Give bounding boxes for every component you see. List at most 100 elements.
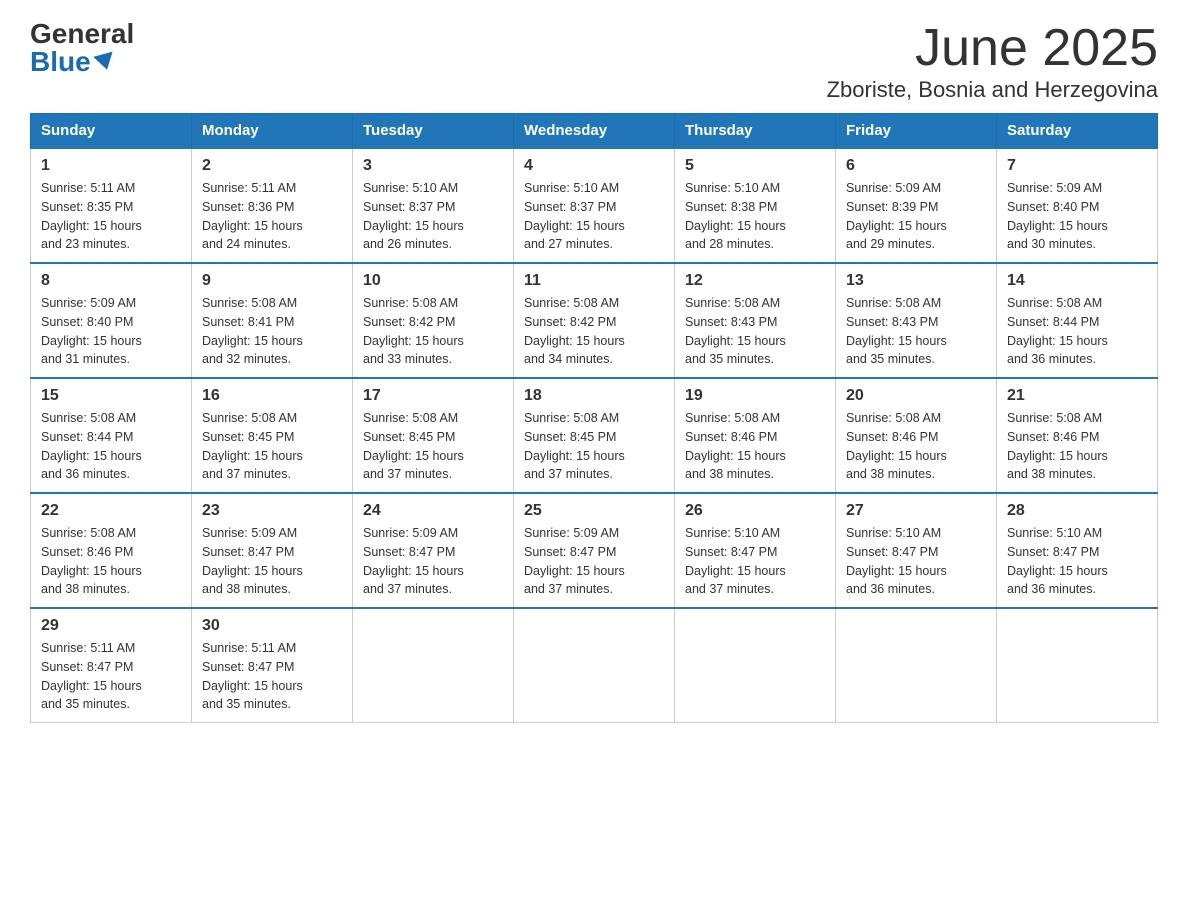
calendar-cell: 11 Sunrise: 5:08 AMSunset: 8:42 PMDaylig… [514, 263, 675, 378]
day-info: Sunrise: 5:10 AMSunset: 8:37 PMDaylight:… [524, 181, 625, 251]
day-number: 30 [202, 617, 342, 635]
logo: General Blue [30, 20, 134, 76]
day-info: Sunrise: 5:11 AMSunset: 8:47 PMDaylight:… [202, 641, 303, 711]
day-info: Sunrise: 5:08 AMSunset: 8:45 PMDaylight:… [363, 411, 464, 481]
location-title: Zboriste, Bosnia and Herzegovina [827, 77, 1158, 103]
header-thursday: Thursday [675, 114, 836, 149]
calendar-cell: 15 Sunrise: 5:08 AMSunset: 8:44 PMDaylig… [31, 378, 192, 493]
header-sunday: Sunday [31, 114, 192, 149]
calendar-header: Sunday Monday Tuesday Wednesday Thursday… [31, 114, 1158, 149]
calendar-week-5: 29 Sunrise: 5:11 AMSunset: 8:47 PMDaylig… [31, 608, 1158, 723]
day-number: 12 [685, 272, 825, 290]
calendar-cell: 2 Sunrise: 5:11 AMSunset: 8:36 PMDayligh… [192, 148, 353, 263]
day-number: 23 [202, 502, 342, 520]
day-info: Sunrise: 5:10 AMSunset: 8:47 PMDaylight:… [846, 526, 947, 596]
day-number: 9 [202, 272, 342, 290]
day-number: 26 [685, 502, 825, 520]
calendar-body: 1 Sunrise: 5:11 AMSunset: 8:35 PMDayligh… [31, 148, 1158, 723]
day-number: 8 [41, 272, 181, 290]
calendar-cell: 29 Sunrise: 5:11 AMSunset: 8:47 PMDaylig… [31, 608, 192, 723]
day-number: 17 [363, 387, 503, 405]
calendar-cell [353, 608, 514, 723]
title-block: June 2025 Zboriste, Bosnia and Herzegovi… [827, 20, 1158, 103]
day-number: 5 [685, 157, 825, 175]
day-number: 1 [41, 157, 181, 175]
day-info: Sunrise: 5:08 AMSunset: 8:43 PMDaylight:… [846, 296, 947, 366]
calendar-cell: 5 Sunrise: 5:10 AMSunset: 8:38 PMDayligh… [675, 148, 836, 263]
day-number: 29 [41, 617, 181, 635]
day-info: Sunrise: 5:10 AMSunset: 8:38 PMDaylight:… [685, 181, 786, 251]
day-info: Sunrise: 5:11 AMSunset: 8:47 PMDaylight:… [41, 641, 142, 711]
day-info: Sunrise: 5:08 AMSunset: 8:42 PMDaylight:… [524, 296, 625, 366]
day-number: 25 [524, 502, 664, 520]
calendar-cell: 9 Sunrise: 5:08 AMSunset: 8:41 PMDayligh… [192, 263, 353, 378]
calendar-week-4: 22 Sunrise: 5:08 AMSunset: 8:46 PMDaylig… [31, 493, 1158, 608]
calendar-cell: 13 Sunrise: 5:08 AMSunset: 8:43 PMDaylig… [836, 263, 997, 378]
day-number: 28 [1007, 502, 1147, 520]
logo-blue-text: Blue [30, 48, 115, 76]
day-info: Sunrise: 5:08 AMSunset: 8:46 PMDaylight:… [846, 411, 947, 481]
calendar-cell: 25 Sunrise: 5:09 AMSunset: 8:47 PMDaylig… [514, 493, 675, 608]
day-number: 19 [685, 387, 825, 405]
day-number: 20 [846, 387, 986, 405]
calendar-cell: 19 Sunrise: 5:08 AMSunset: 8:46 PMDaylig… [675, 378, 836, 493]
calendar-cell: 26 Sunrise: 5:10 AMSunset: 8:47 PMDaylig… [675, 493, 836, 608]
calendar-cell: 24 Sunrise: 5:09 AMSunset: 8:47 PMDaylig… [353, 493, 514, 608]
logo-triangle-icon [93, 52, 116, 73]
day-number: 27 [846, 502, 986, 520]
day-info: Sunrise: 5:11 AMSunset: 8:36 PMDaylight:… [202, 181, 303, 251]
day-info: Sunrise: 5:08 AMSunset: 8:41 PMDaylight:… [202, 296, 303, 366]
calendar-cell: 10 Sunrise: 5:08 AMSunset: 8:42 PMDaylig… [353, 263, 514, 378]
calendar-cell: 14 Sunrise: 5:08 AMSunset: 8:44 PMDaylig… [997, 263, 1158, 378]
calendar-week-3: 15 Sunrise: 5:08 AMSunset: 8:44 PMDaylig… [31, 378, 1158, 493]
calendar-cell: 12 Sunrise: 5:08 AMSunset: 8:43 PMDaylig… [675, 263, 836, 378]
calendar-cell: 18 Sunrise: 5:08 AMSunset: 8:45 PMDaylig… [514, 378, 675, 493]
day-number: 11 [524, 272, 664, 290]
day-info: Sunrise: 5:10 AMSunset: 8:47 PMDaylight:… [685, 526, 786, 596]
weekday-header-row: Sunday Monday Tuesday Wednesday Thursday… [31, 114, 1158, 149]
calendar-week-1: 1 Sunrise: 5:11 AMSunset: 8:35 PMDayligh… [31, 148, 1158, 263]
day-info: Sunrise: 5:09 AMSunset: 8:40 PMDaylight:… [1007, 181, 1108, 251]
day-info: Sunrise: 5:08 AMSunset: 8:45 PMDaylight:… [202, 411, 303, 481]
calendar-cell: 23 Sunrise: 5:09 AMSunset: 8:47 PMDaylig… [192, 493, 353, 608]
day-info: Sunrise: 5:10 AMSunset: 8:47 PMDaylight:… [1007, 526, 1108, 596]
day-info: Sunrise: 5:08 AMSunset: 8:46 PMDaylight:… [1007, 411, 1108, 481]
calendar-cell: 27 Sunrise: 5:10 AMSunset: 8:47 PMDaylig… [836, 493, 997, 608]
day-number: 4 [524, 157, 664, 175]
calendar-cell [836, 608, 997, 723]
calendar-cell: 21 Sunrise: 5:08 AMSunset: 8:46 PMDaylig… [997, 378, 1158, 493]
day-number: 3 [363, 157, 503, 175]
day-number: 13 [846, 272, 986, 290]
calendar-table: Sunday Monday Tuesday Wednesday Thursday… [30, 113, 1158, 723]
logo-general-text: General [30, 20, 134, 48]
header-monday: Monday [192, 114, 353, 149]
day-number: 24 [363, 502, 503, 520]
day-info: Sunrise: 5:09 AMSunset: 8:47 PMDaylight:… [363, 526, 464, 596]
day-info: Sunrise: 5:08 AMSunset: 8:44 PMDaylight:… [41, 411, 142, 481]
day-number: 22 [41, 502, 181, 520]
day-number: 18 [524, 387, 664, 405]
day-number: 6 [846, 157, 986, 175]
calendar-cell: 17 Sunrise: 5:08 AMSunset: 8:45 PMDaylig… [353, 378, 514, 493]
calendar-cell: 30 Sunrise: 5:11 AMSunset: 8:47 PMDaylig… [192, 608, 353, 723]
calendar-cell: 3 Sunrise: 5:10 AMSunset: 8:37 PMDayligh… [353, 148, 514, 263]
calendar-cell: 16 Sunrise: 5:08 AMSunset: 8:45 PMDaylig… [192, 378, 353, 493]
calendar-cell [514, 608, 675, 723]
day-number: 14 [1007, 272, 1147, 290]
day-info: Sunrise: 5:08 AMSunset: 8:42 PMDaylight:… [363, 296, 464, 366]
calendar-cell: 7 Sunrise: 5:09 AMSunset: 8:40 PMDayligh… [997, 148, 1158, 263]
day-info: Sunrise: 5:09 AMSunset: 8:47 PMDaylight:… [202, 526, 303, 596]
day-number: 2 [202, 157, 342, 175]
day-info: Sunrise: 5:08 AMSunset: 8:43 PMDaylight:… [685, 296, 786, 366]
month-title: June 2025 [827, 20, 1158, 77]
header-friday: Friday [836, 114, 997, 149]
header-tuesday: Tuesday [353, 114, 514, 149]
calendar-cell: 20 Sunrise: 5:08 AMSunset: 8:46 PMDaylig… [836, 378, 997, 493]
header-saturday: Saturday [997, 114, 1158, 149]
day-number: 7 [1007, 157, 1147, 175]
calendar-cell: 28 Sunrise: 5:10 AMSunset: 8:47 PMDaylig… [997, 493, 1158, 608]
day-info: Sunrise: 5:08 AMSunset: 8:44 PMDaylight:… [1007, 296, 1108, 366]
day-info: Sunrise: 5:11 AMSunset: 8:35 PMDaylight:… [41, 181, 142, 251]
day-info: Sunrise: 5:10 AMSunset: 8:37 PMDaylight:… [363, 181, 464, 251]
calendar-cell: 6 Sunrise: 5:09 AMSunset: 8:39 PMDayligh… [836, 148, 997, 263]
